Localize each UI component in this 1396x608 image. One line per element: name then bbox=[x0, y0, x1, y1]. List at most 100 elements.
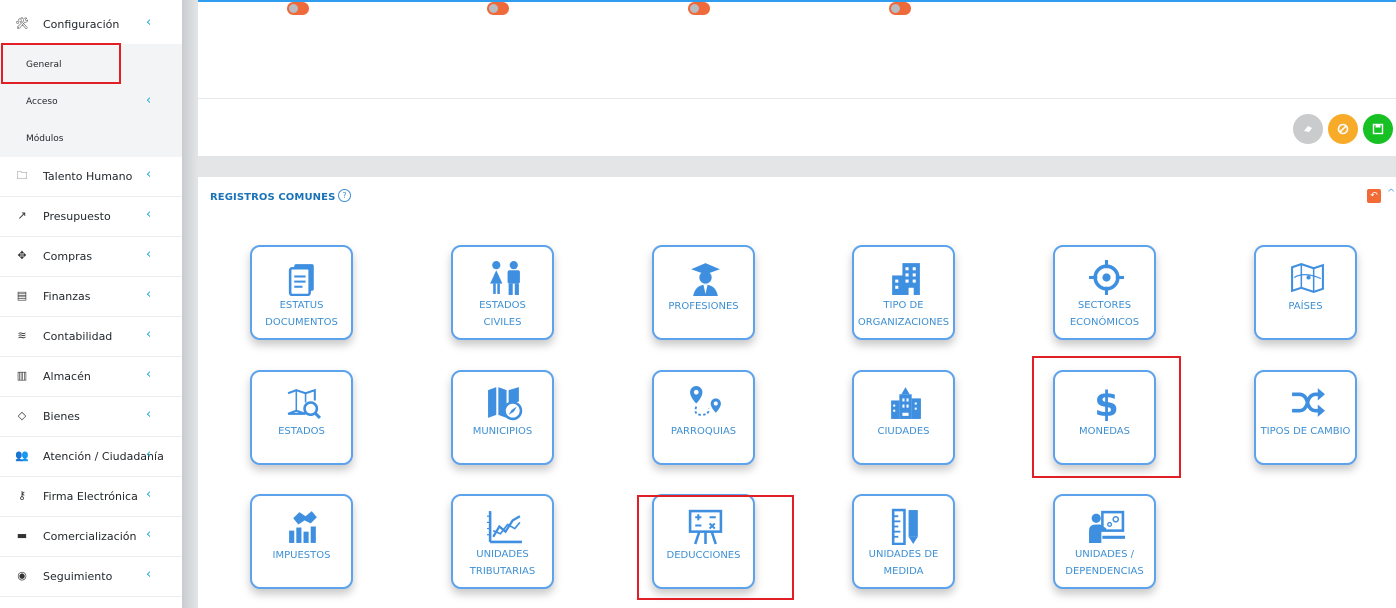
tile-label: UNIDADES TRIBUTARIAS bbox=[469, 549, 536, 577]
tile-button[interactable]: $ MONEDAS bbox=[1053, 370, 1156, 465]
help-icon[interactable]: ? bbox=[338, 189, 351, 202]
toggle-switch[interactable] bbox=[287, 2, 309, 15]
tile-button[interactable]: PAÍSES bbox=[1254, 245, 1357, 340]
tile-label: MONEDAS bbox=[1078, 426, 1130, 437]
sidebar-item[interactable]: ↗ Presupuesto ‹ bbox=[0, 197, 182, 237]
tile-button[interactable]: PROFESIONES bbox=[652, 245, 755, 340]
settings-card bbox=[198, 0, 1396, 156]
tile-button[interactable]: PARROQUIAS bbox=[652, 370, 755, 465]
target-icon bbox=[1089, 260, 1124, 295]
sidebar-item-label: Firma Electrónica bbox=[43, 490, 138, 503]
ban-icon bbox=[1337, 123, 1349, 135]
tile-button[interactable]: ESTADOS bbox=[250, 370, 353, 465]
tile-label: UNIDADES DE MEDIDA bbox=[868, 549, 939, 577]
sidebar-item[interactable]: 🗀 Talento Humano ‹ bbox=[0, 157, 182, 197]
sidebar-item[interactable]: ▥ Almacén ‹ bbox=[0, 357, 182, 397]
list-icon: ▥ bbox=[16, 369, 28, 382]
tile-label: DEDUCCIONES bbox=[666, 550, 741, 561]
tile-button[interactable]: SECTORES ECONÓMICOS bbox=[1053, 245, 1156, 340]
sidebar-subitem-modulos[interactable]: Módulos bbox=[0, 120, 182, 156]
tile-button[interactable]: UNIDADES TRIBUTARIAS bbox=[451, 494, 554, 589]
sidebar-subitem-label: General bbox=[26, 60, 62, 70]
users-icon: 👥 bbox=[15, 449, 29, 462]
tile-button[interactable]: TIPOS DE CAMBIO bbox=[1254, 370, 1357, 465]
presenter-icon bbox=[1089, 510, 1125, 543]
tile-button[interactable]: ESTADOS CIVILES bbox=[451, 245, 554, 340]
sidebar: 🛠 Configuración ‹ General Acceso ‹ Módul… bbox=[0, 0, 182, 608]
sidebar-subitem-label: Módulos bbox=[26, 134, 64, 144]
eraser-icon bbox=[1304, 126, 1312, 132]
tile-label: ESTADOS CIVILES bbox=[479, 300, 526, 328]
sidebar-subitem-general[interactable]: General bbox=[0, 46, 182, 82]
tile-button[interactable]: ESTATUS DOCUMENTOS bbox=[250, 245, 353, 340]
chevron-left-icon: ‹ bbox=[146, 367, 152, 382]
chevron-left-icon: ‹ bbox=[146, 327, 152, 342]
sidebar-item-label: Talento Humano bbox=[43, 170, 133, 183]
chevron-left-icon: ‹ bbox=[146, 247, 152, 262]
tile-label: PAÍSES bbox=[1288, 301, 1323, 312]
route-icon bbox=[690, 386, 721, 416]
layers-icon: ≋ bbox=[17, 329, 27, 342]
tile-button[interactable]: DEDUCCIONES bbox=[652, 494, 755, 589]
tile-button[interactable]: MUNICIPIOS bbox=[451, 370, 554, 465]
tile-button[interactable]: CIUDADES bbox=[852, 370, 955, 465]
tile-label: TIPO DE ORGANIZACIONES bbox=[857, 300, 950, 328]
briefcase-icon: ▬ bbox=[16, 529, 28, 542]
sidebar-item[interactable]: ≋ Contabilidad ‹ bbox=[0, 317, 182, 357]
sidebar-item[interactable]: ▤ Finanzas ‹ bbox=[0, 277, 182, 317]
chevron-left-icon: ‹ bbox=[146, 287, 152, 302]
sidebar-item-label: Bienes bbox=[43, 410, 80, 423]
chevron-left-icon: ‹ bbox=[146, 167, 152, 182]
chevron-left-icon: ‹ bbox=[146, 207, 152, 222]
sidebar-item-configuracion[interactable]: 🛠 Configuración ‹ bbox=[0, 5, 182, 45]
trend-icon: ↗ bbox=[17, 209, 27, 222]
tile-button[interactable]: UNIDADES / DEPENDENCIAS bbox=[1053, 494, 1156, 589]
toggle-switch[interactable] bbox=[688, 2, 710, 15]
sidebar-item[interactable]: ⚷ Firma Electrónica ‹ bbox=[0, 477, 182, 517]
tile-label: MUNICIPIOS bbox=[472, 426, 533, 437]
sidebar-item[interactable]: ◉ Seguimiento ‹ bbox=[0, 557, 182, 597]
building-icon bbox=[892, 263, 920, 295]
tile-label: PARROQUIAS bbox=[670, 426, 737, 437]
tile-button[interactable]: TIPO DE ORGANIZACIONES bbox=[852, 245, 955, 340]
tile-label: ESTADOS bbox=[278, 426, 325, 437]
chevron-left-icon: ‹ bbox=[146, 567, 152, 582]
dollar-icon: $ bbox=[1094, 385, 1118, 421]
sidebar-item[interactable]: ✥ Compras ‹ bbox=[0, 237, 182, 277]
tile-label: SECTORES ECONÓMICOS bbox=[1069, 300, 1140, 328]
couple-icon bbox=[490, 261, 520, 295]
sidebar-item-label: Compras bbox=[43, 250, 93, 263]
sidebar-item-label: Almacén bbox=[43, 370, 91, 383]
sidebar-item[interactable]: ◇ Bienes ‹ bbox=[0, 397, 182, 437]
sidebar-item-label: Configuración bbox=[43, 18, 120, 31]
tile-button[interactable]: UNIDADES DE MEDIDA bbox=[852, 494, 955, 589]
graduate-icon bbox=[691, 263, 720, 296]
chevron-up-icon[interactable]: ^ bbox=[1387, 188, 1395, 199]
sidebar-subitem-acceso[interactable]: Acceso ‹ bbox=[0, 83, 182, 119]
cancel-button[interactable] bbox=[1328, 114, 1358, 144]
sidebar-item-label: Contabilidad bbox=[43, 330, 113, 343]
tile-label: CIUDADES bbox=[877, 426, 930, 437]
save-button[interactable] bbox=[1363, 114, 1393, 144]
tile-label: ESTATUS DOCUMENTOS bbox=[265, 300, 338, 328]
undo-icon[interactable]: ↶ bbox=[1367, 189, 1381, 203]
divider bbox=[198, 98, 1396, 99]
toggle-switch[interactable] bbox=[889, 2, 911, 15]
toggle-switch[interactable] bbox=[487, 2, 509, 15]
chevron-left-icon: ‹ bbox=[146, 93, 152, 108]
sidebar-submenu: General Acceso ‹ Módulos bbox=[0, 44, 182, 157]
sidebar-item[interactable]: ▬ Comercialización ‹ bbox=[0, 517, 182, 557]
tile-label: TIPOS DE CAMBIO bbox=[1260, 426, 1351, 437]
city-icon bbox=[891, 387, 921, 419]
documents-icon bbox=[288, 264, 314, 296]
sidebar-item-label: Comercialización bbox=[43, 530, 137, 543]
tile-label: UNIDADES / DEPENDENCIAS bbox=[1065, 549, 1144, 577]
save-icon bbox=[1372, 123, 1384, 135]
sidebar-item[interactable]: 👥 Atención / Ciudadanía ‹ bbox=[0, 437, 182, 477]
card-title: REGISTROS COMUNES bbox=[210, 192, 336, 203]
chevron-left-icon: ‹ bbox=[146, 15, 152, 30]
map-search-icon bbox=[287, 388, 322, 420]
tile-button[interactable]: IMPUESTOS bbox=[250, 494, 353, 589]
chevron-left-icon: ‹ bbox=[146, 447, 152, 462]
eraser-button[interactable] bbox=[1293, 114, 1323, 144]
